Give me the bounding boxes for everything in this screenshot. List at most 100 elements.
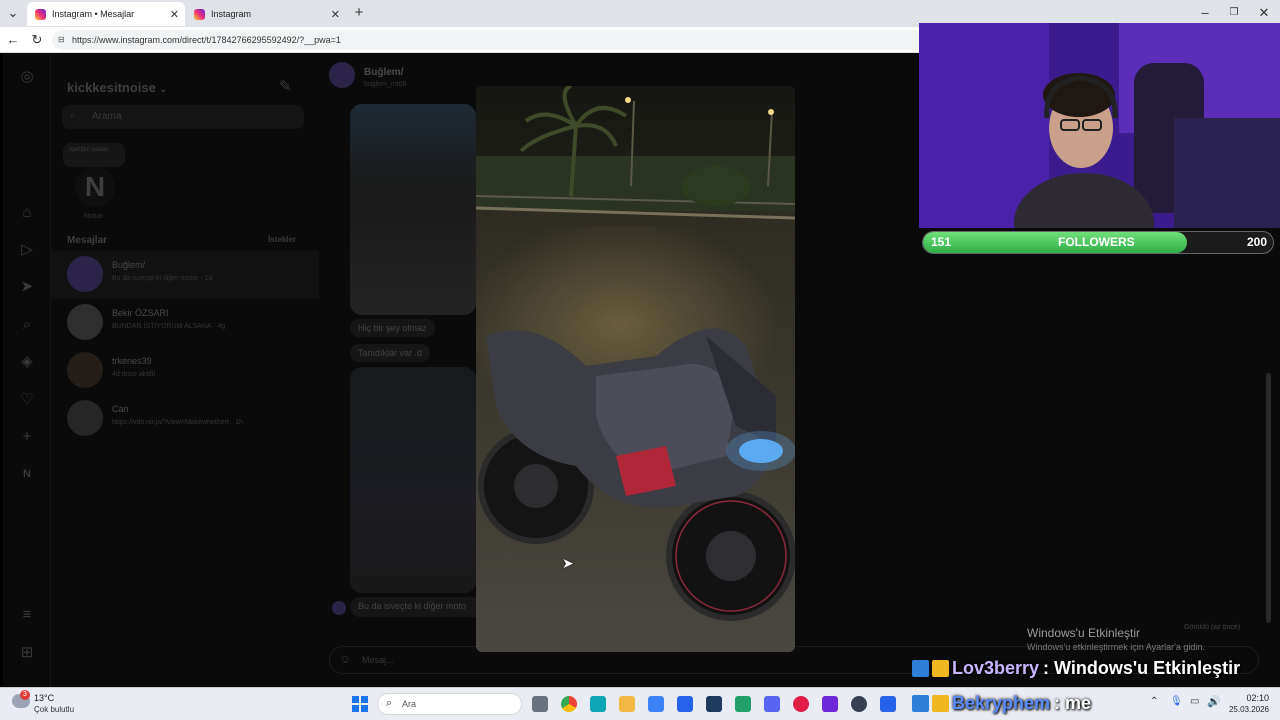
followers-goal-bar: 151 FOLLOWERS 200	[922, 231, 1274, 254]
network-icon[interactable]: ▭	[1190, 696, 1199, 707]
webcam-overlay	[919, 23, 1280, 228]
create-plus-icon[interactable]: +	[18, 428, 36, 446]
conversation-name: Can	[112, 404, 129, 414]
instagram-favicon-icon	[35, 8, 46, 20]
teams-icon[interactable]	[822, 696, 838, 712]
messages-heading: Mesajlar	[67, 235, 108, 246]
instagram-favicon-icon	[194, 8, 205, 20]
note-initial: N	[84, 171, 106, 202]
requests-link[interactable]: İstekler	[268, 235, 296, 244]
conversation-item[interactable]: trkenes39 4d önce aktifti	[51, 347, 319, 395]
note-avatar[interactable]: N	[75, 167, 115, 207]
streamer-webcam	[919, 23, 1280, 228]
tab-instagram-messages[interactable]: Instagram • Mesajlar ✕	[27, 2, 185, 26]
followers-current: 151	[931, 235, 952, 249]
tray-chevron-up-icon[interactable]: ⌃	[1150, 696, 1158, 707]
message-bubble: Tanıdıklar var .d	[350, 344, 431, 362]
scrollbar[interactable]	[1266, 373, 1271, 623]
start-windows-icon[interactable]	[352, 696, 368, 712]
mail-icon[interactable]	[677, 696, 693, 712]
followers-goal: 200	[1246, 235, 1267, 249]
chrome-icon[interactable]	[561, 696, 577, 712]
activation-subtitle: Windows'u etkinleştirmek için Ayarlar'a …	[1027, 642, 1205, 652]
conversation-preview: https://vdo.ninja/?view=Makewhethert · 1…	[112, 419, 243, 426]
minecraft-icon[interactable]	[735, 696, 751, 712]
shared-photo[interactable]	[350, 104, 476, 315]
home-icon[interactable]: ⌂	[18, 204, 36, 222]
back-arrow-icon[interactable]: ←	[4, 31, 22, 49]
search-input[interactable]: ⌕ Arama	[62, 105, 304, 129]
mouse-cursor-icon: ➤	[562, 555, 574, 571]
discord-icon[interactable]	[764, 696, 780, 712]
seen-status: Görüldü (az önce)	[1184, 624, 1241, 631]
url-text: https://www.instagram.com/direct/t/17842…	[72, 35, 341, 45]
apps-grid-icon[interactable]: ⊞	[18, 644, 36, 662]
search-icon: ⌕	[386, 697, 393, 709]
explore-compass-icon[interactable]: ◈	[18, 353, 36, 371]
contact-handle: buglem_mt09	[364, 81, 407, 88]
microphone-icon[interactable]: 🎙	[1170, 696, 1183, 707]
url-field[interactable]: ⊟ https://www.instagram.com/direct/t/178…	[52, 30, 922, 50]
clock-time[interactable]: 02:10	[1221, 693, 1269, 703]
account-switcher[interactable]: kickkesitnoise ⌄	[67, 80, 167, 95]
sender-avatar	[332, 601, 346, 615]
messages-icon[interactable]: ➤	[18, 278, 36, 296]
composer-placeholder: Mesaj...	[362, 655, 394, 665]
chat-username: Lov3berry	[952, 657, 1040, 678]
search-placeholder: Ara	[402, 699, 417, 709]
reels-icon[interactable]: ▷	[18, 241, 36, 259]
emoji-icon[interactable]: ☺	[339, 652, 351, 666]
file-explorer-icon[interactable]	[619, 696, 635, 712]
close-tab-icon[interactable]: ✕	[331, 8, 340, 21]
more-menu-icon[interactable]: ≡	[18, 606, 36, 624]
weather-condition: Çok bulutlu	[34, 705, 75, 714]
message-bubble: Hiç bir şey olmaz	[350, 319, 435, 337]
conversation-item[interactable]: Can https://vdo.ninja/?view=Makewhethert…	[51, 395, 319, 443]
contact-name[interactable]: Buğlem/	[364, 67, 403, 78]
photo-viewer[interactable]	[476, 86, 795, 652]
restore-icon[interactable]: ❐	[1225, 4, 1243, 22]
shared-photo[interactable]	[350, 367, 476, 593]
taskbar-search-box[interactable]: ⌕ Ara	[377, 693, 522, 715]
followers-label: FOLLOWERS	[1058, 235, 1135, 249]
close-window-icon[interactable]: ✕	[1255, 4, 1273, 22]
username: kickkesitnoise	[67, 80, 156, 95]
conversation-preview: Bu da isveçte ki diğer motor · 1d	[112, 275, 213, 282]
badge-icon	[912, 659, 929, 677]
search-icon[interactable]: ⌕	[18, 316, 36, 334]
windows-activation-watermark: Windows'u Etkinleştir Windows'u etkinleş…	[1027, 626, 1205, 652]
conversation-item[interactable]: Bekir ÖZSARI BUNDAN İSTİYORUM ALSANA · 4…	[51, 299, 319, 347]
inbox-panel: kickkesitnoise ⌄ ✎ ⌕ Arama İçeriğini pay…	[51, 53, 319, 687]
search-placeholder: Arama	[92, 111, 122, 122]
app-icon[interactable]	[590, 696, 606, 712]
tab-title: Instagram	[211, 9, 252, 19]
avatar	[67, 304, 103, 340]
note-bubble[interactable]: İçeriğini paylaş	[63, 143, 125, 167]
followers-progress-fill	[923, 232, 1188, 253]
notifications-heart-icon[interactable]: ♡	[18, 391, 36, 409]
clock-date[interactable]: 25.03.2026	[1221, 705, 1269, 714]
instagram-logo-icon[interactable]: ◎	[18, 68, 36, 86]
app-icon[interactable]	[880, 696, 896, 712]
task-view-icon[interactable]	[532, 696, 548, 712]
conversation-item[interactable]: Buğlem/ Bu da isveçte ki diğer motor · 1…	[51, 251, 319, 299]
close-tab-icon[interactable]: ✕	[170, 8, 179, 21]
contact-avatar[interactable]	[329, 62, 355, 88]
reload-icon[interactable]: ↻	[28, 31, 46, 49]
tab-list-chevron-icon[interactable]: ⌄	[4, 4, 22, 22]
new-message-icon[interactable]: ✎	[279, 77, 292, 95]
steam-icon[interactable]	[706, 696, 722, 712]
media-player-icon[interactable]	[793, 696, 809, 712]
obs-icon[interactable]	[851, 696, 867, 712]
volume-icon[interactable]: 🔊	[1207, 695, 1221, 708]
weather-badge: 3	[20, 690, 30, 700]
minimize-icon[interactable]: –	[1196, 4, 1214, 22]
profile-icon[interactable]: N	[18, 465, 36, 483]
search-icon: ⌕	[70, 110, 76, 121]
stream-chat-message: Lov3berry : Windows'u Etkinleştir	[912, 653, 1240, 683]
badge-icon	[912, 694, 929, 712]
new-tab-plus-icon[interactable]: +	[350, 4, 368, 22]
tab-instagram[interactable]: Instagram ✕	[186, 2, 346, 26]
site-info-icon[interactable]: ⊟	[58, 30, 65, 50]
store-icon[interactable]	[648, 696, 664, 712]
